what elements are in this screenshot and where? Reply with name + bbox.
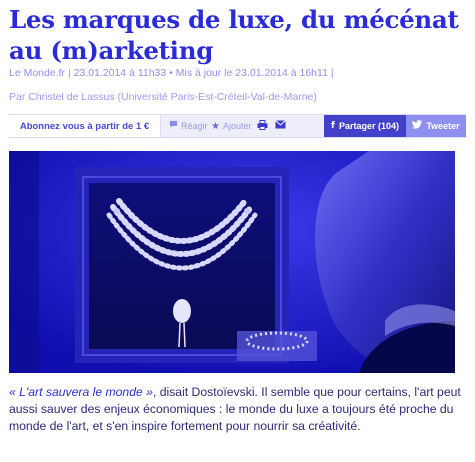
twitter-share-button[interactable]: Tweeter (406, 115, 466, 137)
comment-icon (169, 120, 178, 132)
article-intro: « L'art sauvera le monde », disait Dosto… (9, 384, 469, 435)
add-button[interactable]: ★ Ajouter (211, 115, 252, 137)
mail-button[interactable] (275, 115, 289, 137)
facebook-share-button[interactable]: f Partager (104) (324, 115, 406, 137)
article-photo (9, 151, 455, 373)
twitter-share-label: Tweeter (426, 121, 460, 131)
react-label: Réagir (181, 121, 208, 131)
print-icon (257, 119, 268, 133)
twitter-icon (412, 120, 423, 132)
necklace-display-illustration (9, 151, 455, 373)
star-icon: ★ (211, 120, 220, 132)
article-author: Par Christel de Lassus (Université Paris… (9, 91, 317, 103)
intro-quote: « L'art sauvera le monde » (9, 385, 153, 399)
article-toolbar: Abonnez vous à partir de 1 € Réagir ★ Aj… (9, 114, 466, 138)
react-button[interactable]: Réagir (169, 115, 208, 137)
article-meta: Le Monde.fr | 23.01.2014 à 11h33 • Mis à… (9, 67, 334, 79)
facebook-share-label: Partager (104) (338, 121, 399, 131)
facebook-icon: f (331, 121, 335, 131)
article-title: Les marques de luxe, du mécénat au (m)ar… (9, 5, 459, 65)
subscribe-button[interactable]: Abonnez vous à partir de 1 € (9, 115, 161, 137)
print-button[interactable] (257, 115, 271, 137)
add-label: Ajouter (222, 121, 252, 131)
mail-icon (275, 120, 286, 132)
